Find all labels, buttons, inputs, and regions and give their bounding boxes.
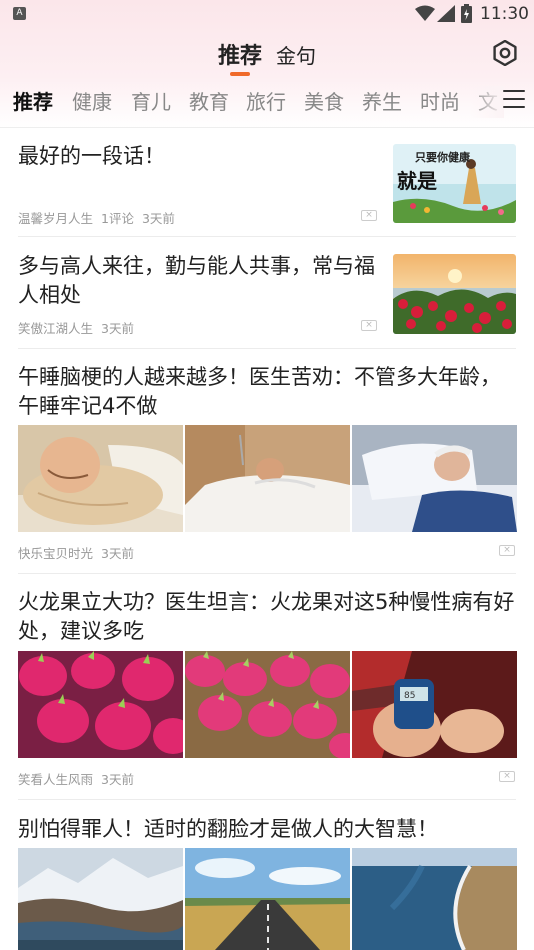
article-image[interactable] bbox=[352, 425, 517, 532]
category-travel[interactable]: 旅行 bbox=[246, 86, 286, 115]
article-time: 3天前 bbox=[101, 772, 134, 787]
article-image-row[interactable] bbox=[18, 848, 517, 950]
article-meta: 笑看人生风雨 3天前 bbox=[18, 769, 142, 788]
glucose-meter-reading: 85 bbox=[404, 691, 415, 701]
dismiss-icon[interactable]: × bbox=[499, 771, 515, 782]
app-header: A 11:30 推荐 金句 推荐 健康 育儿 教育 旅行 美食 养生 时尚 文 bbox=[0, 0, 534, 128]
article-image[interactable] bbox=[185, 848, 350, 950]
article-time: 3天前 bbox=[101, 321, 134, 336]
feed-item[interactable]: 多与高人来往，勤与能人共事，常与福人相处 笑傲江湖人生 3天前 × bbox=[0, 237, 534, 349]
article-thumbnail[interactable] bbox=[393, 254, 516, 334]
article-time: 3天前 bbox=[101, 546, 134, 561]
category-recommend[interactable]: 推荐 bbox=[13, 86, 53, 115]
battery-icon bbox=[461, 4, 472, 23]
article-image-row[interactable]: 85 bbox=[18, 651, 517, 758]
item-divider bbox=[18, 799, 516, 800]
article-title[interactable]: 多与高人来往，勤与能人共事，常与福人相处 bbox=[18, 252, 380, 310]
category-parenting[interactable]: 育儿 bbox=[131, 86, 171, 115]
feed-item[interactable]: 午睡脑梗的人越来越多！医生苦劝：不管多大年龄，午睡牢记4不做 快乐宝贝时光 3天… bbox=[0, 349, 534, 575]
category-wellness[interactable]: 养生 bbox=[362, 86, 402, 115]
category-menu-icon[interactable] bbox=[503, 90, 525, 108]
item-divider bbox=[18, 573, 516, 574]
status-bar: A 11:30 bbox=[0, 0, 534, 28]
article-meta: 快乐宝贝时光 3天前 bbox=[18, 543, 142, 562]
feed-item[interactable]: 火龙果立大功？医生坦言：火龙果对这5种慢性病有好处，建议多吃 85 笑看人生风雨… bbox=[0, 575, 534, 801]
article-image[interactable] bbox=[185, 425, 350, 532]
category-fashion[interactable]: 时尚 bbox=[420, 86, 460, 115]
feed-item[interactable]: 最好的一段话！ 只要你健康 就是 温馨岁月人生 1评论 3天前 × bbox=[0, 128, 534, 238]
article-time: 3天前 bbox=[141, 211, 175, 226]
article-image[interactable] bbox=[352, 848, 517, 950]
dismiss-icon[interactable]: × bbox=[499, 545, 515, 556]
clock: 11:30 bbox=[480, 4, 529, 24]
thumbnail-caption: 只要你健康 bbox=[415, 150, 471, 164]
article-title[interactable]: 火龙果立大功？医生坦言：火龙果对这5种慢性病有好处，建议多吃 bbox=[18, 588, 516, 646]
wifi-icon bbox=[415, 5, 435, 21]
tab-recommend[interactable]: 推荐 bbox=[218, 38, 262, 70]
notification-icon: A bbox=[13, 7, 26, 20]
article-image[interactable] bbox=[185, 651, 350, 758]
tab-quotes[interactable]: 金句 bbox=[276, 40, 316, 69]
article-image[interactable] bbox=[18, 651, 183, 758]
active-tab-indicator bbox=[230, 72, 250, 76]
dismiss-icon[interactable]: × bbox=[361, 210, 377, 221]
category-fade bbox=[470, 86, 504, 118]
article-comments: 1评论 bbox=[101, 211, 134, 226]
article-author: 温馨岁月人生 bbox=[18, 211, 94, 226]
category-education[interactable]: 教育 bbox=[189, 86, 229, 115]
settings-icon[interactable] bbox=[492, 40, 518, 66]
signal-icon bbox=[437, 5, 455, 22]
category-food[interactable]: 美食 bbox=[304, 86, 344, 115]
article-image[interactable] bbox=[18, 425, 183, 532]
article-meta: 笑傲江湖人生 3天前 bbox=[18, 318, 142, 337]
article-thumbnail[interactable]: 只要你健康 就是 bbox=[393, 144, 516, 223]
article-author: 快乐宝贝时光 bbox=[18, 546, 94, 561]
article-image[interactable] bbox=[18, 848, 183, 950]
article-title[interactable]: 午睡脑梗的人越来越多！医生苦劝：不管多大年龄，午睡牢记4不做 bbox=[18, 363, 516, 421]
article-image-row[interactable] bbox=[18, 425, 517, 532]
header-tabs: 推荐 金句 bbox=[0, 36, 534, 76]
article-title[interactable]: 别怕得罪人！适时的翻脸才是做人的大智慧！ bbox=[18, 815, 516, 844]
feed-item[interactable]: 别怕得罪人！适时的翻脸才是做人的大智慧！ bbox=[0, 801, 534, 950]
article-title[interactable]: 最好的一段话！ bbox=[18, 142, 378, 171]
article-author: 笑看人生风雨 bbox=[18, 772, 94, 787]
article-image[interactable]: 85 bbox=[352, 651, 517, 758]
thumbnail-caption-large: 就是 bbox=[397, 169, 437, 193]
dismiss-icon[interactable]: × bbox=[361, 320, 377, 331]
category-bar: 推荐 健康 育儿 教育 旅行 美食 养生 时尚 文 bbox=[0, 86, 534, 118]
category-health[interactable]: 健康 bbox=[72, 86, 112, 115]
article-meta: 温馨岁月人生 1评论 3天前 bbox=[18, 208, 183, 227]
article-author: 笑傲江湖人生 bbox=[18, 321, 94, 336]
